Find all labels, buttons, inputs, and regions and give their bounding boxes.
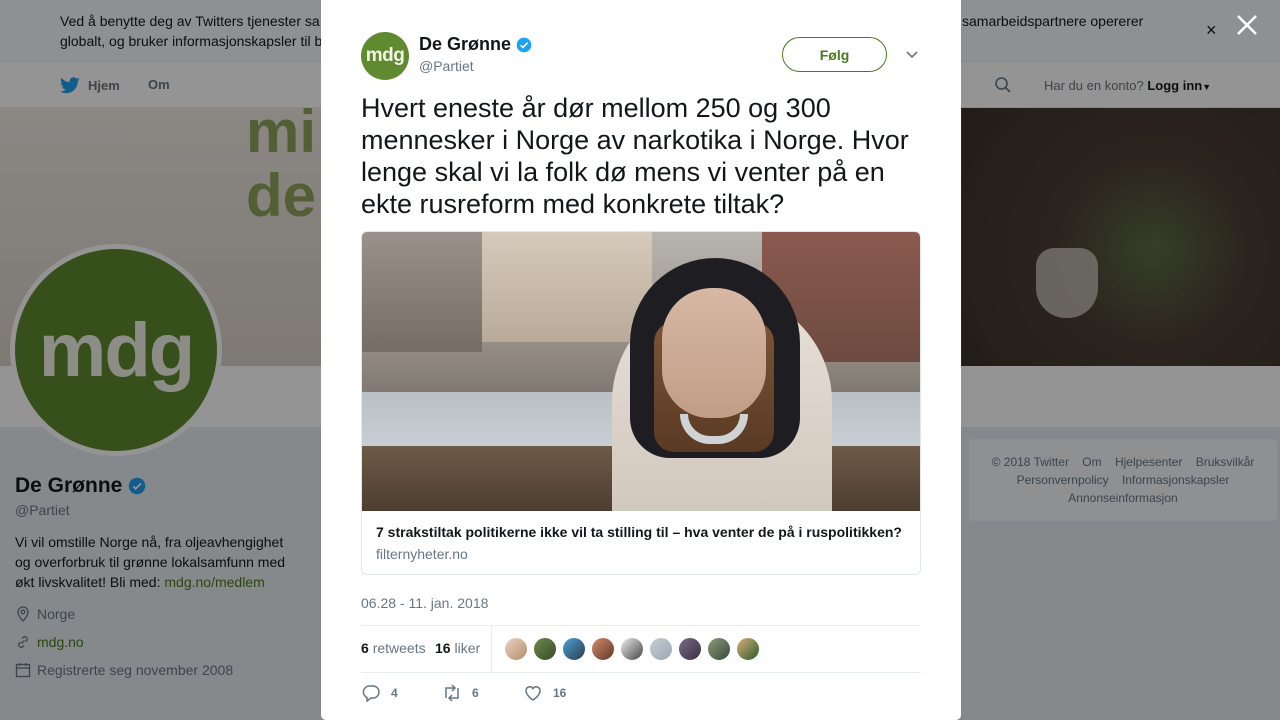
card-domain: filternyheter.no <box>376 546 468 562</box>
card-image-building <box>362 232 482 352</box>
tweet-author-handle[interactable]: @Partiet <box>419 58 474 74</box>
card-image-building <box>482 232 652 342</box>
liker-avatar[interactable] <box>707 637 731 661</box>
retweet-button[interactable]: 6 <box>442 684 479 702</box>
liker-avatar[interactable] <box>591 637 615 661</box>
reply-icon <box>362 685 380 702</box>
liker-avatar[interactable] <box>736 637 760 661</box>
card-title[interactable]: 7 strakstiltak politikerne ikke vil ta s… <box>376 524 906 540</box>
verified-icon <box>516 37 532 52</box>
tweet-timestamp[interactable]: 06.28 - 11. jan. 2018 <box>361 595 488 611</box>
card-image <box>362 232 920 511</box>
liker-avatar[interactable] <box>504 637 528 661</box>
tweet-actions: 4 6 16 <box>361 684 921 704</box>
likes-stat[interactable]: 16 liker <box>435 640 480 656</box>
liker-avatar[interactable] <box>649 637 673 661</box>
liker-avatar[interactable] <box>562 637 586 661</box>
liker-avatar[interactable] <box>620 637 644 661</box>
like-button[interactable]: 16 <box>523 684 566 702</box>
reply-button[interactable]: 4 <box>361 684 398 702</box>
likers-avatars <box>504 637 765 661</box>
chevron-down-icon[interactable] <box>904 46 920 62</box>
tweet-avatar[interactable]: mdg <box>361 32 409 80</box>
follow-button[interactable]: Følg <box>782 37 887 72</box>
card-image-person-face <box>662 288 766 418</box>
tweet-author-name[interactable]: De Grønne <box>419 34 532 55</box>
retweets-stat[interactable]: 6 retweets <box>361 640 426 656</box>
heart-icon <box>525 686 541 701</box>
stats-divider <box>491 626 492 672</box>
tweet-stats: 6 retweets 16 liker <box>361 625 921 673</box>
liker-avatar[interactable] <box>678 637 702 661</box>
retweet-icon <box>445 684 459 702</box>
tweet-text: Hvert eneste år dør mellom 250 og 300 me… <box>361 93 909 219</box>
liker-avatar[interactable] <box>533 637 557 661</box>
link-card[interactable]: 7 strakstiltak politikerne ikke vil ta s… <box>361 231 921 575</box>
close-icon[interactable] <box>1234 12 1260 38</box>
tweet-modal: mdg De Grønne @Partiet Følg Hvert eneste… <box>321 0 961 720</box>
